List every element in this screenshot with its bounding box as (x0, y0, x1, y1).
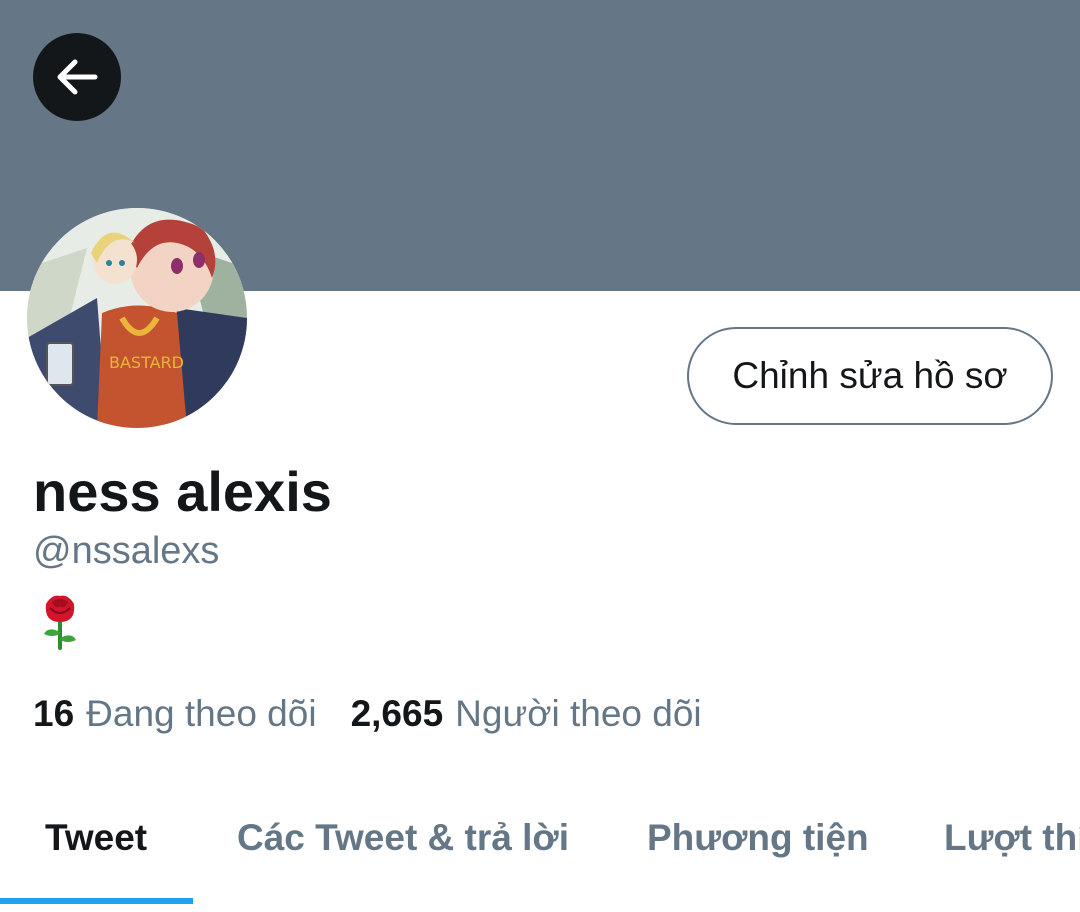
user-handle: @nssalexs (33, 530, 220, 572)
tab-likes[interactable]: Lượt thích (944, 800, 1080, 875)
follow-stats: 16 Đang theo dõi 2,665 Người theo dõi (33, 690, 702, 738)
svg-text:BASTARD: BASTARD (109, 353, 184, 372)
arrow-left-icon (57, 59, 98, 95)
rose-icon (44, 595, 76, 650)
tab-media[interactable]: Phương tiện (647, 800, 869, 875)
following-label: Đang theo dõi (86, 693, 317, 734)
back-button[interactable] (33, 33, 121, 121)
active-tab-indicator (0, 898, 193, 904)
display-name: ness alexis (33, 460, 332, 523)
tab-tweets-and-replies[interactable]: Các Tweet & trả lời (237, 800, 569, 875)
edit-profile-button[interactable]: Chỉnh sửa hồ sơ (687, 327, 1053, 425)
avatar-image: BASTARD (27, 208, 247, 428)
followers-count: 2,665 (350, 693, 444, 734)
tab-tweets[interactable]: Tweet (45, 800, 147, 875)
following-link[interactable]: 16 Đang theo dõi (33, 690, 317, 738)
profile-page: BASTARD Chỉnh sửa hồ sơ ness alexis @nss… (0, 0, 1080, 912)
avatar[interactable]: BASTARD (27, 208, 247, 428)
profile-tabs: Tweet Các Tweet & trả lời Phương tiện Lư… (0, 800, 1080, 912)
followers-label: Người theo dõi (455, 693, 702, 734)
edit-profile-label: Chỉnh sửa hồ sơ (732, 355, 1008, 396)
following-count: 16 (33, 693, 75, 734)
followers-link[interactable]: 2,665 Người theo dõi (351, 690, 702, 738)
bio (38, 592, 82, 650)
